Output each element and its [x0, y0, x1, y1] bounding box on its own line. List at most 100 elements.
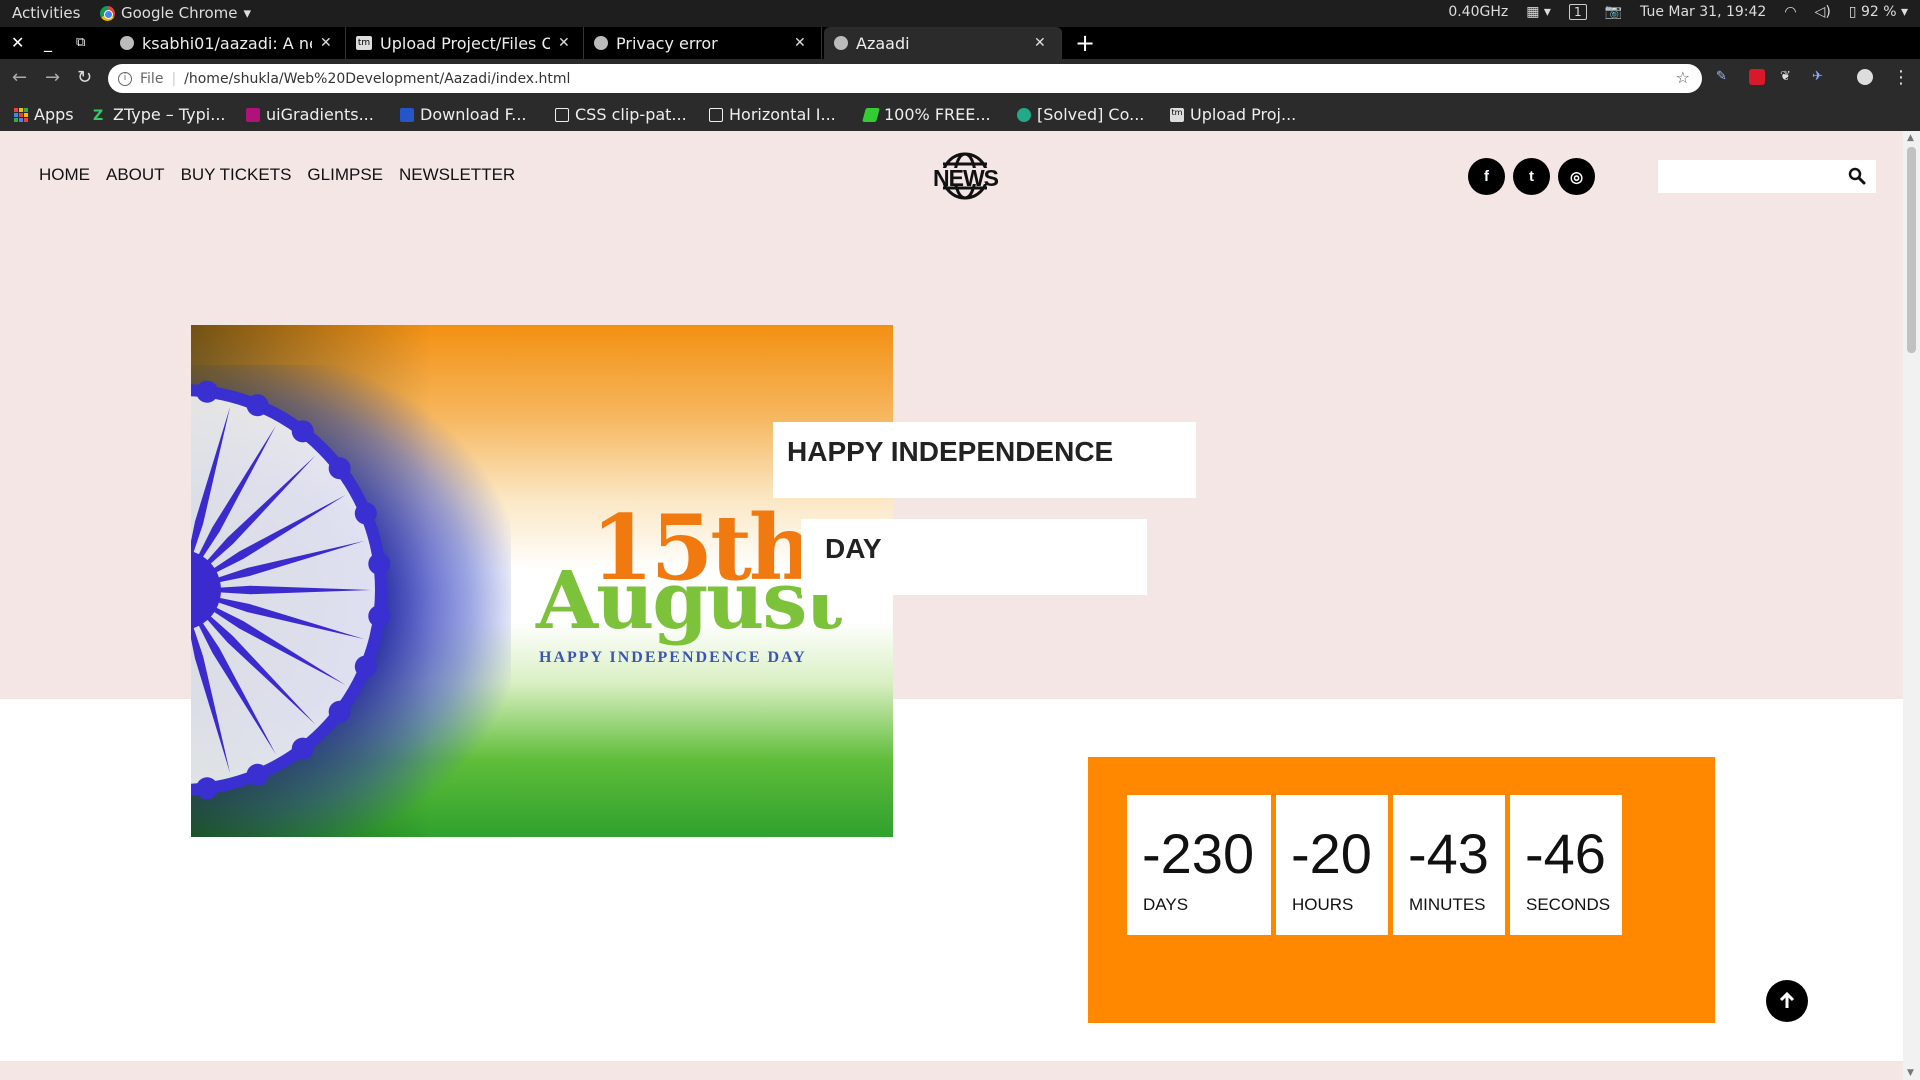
new-tab-button[interactable]: +	[1075, 29, 1095, 57]
countdown-seconds: -46 SECONDS	[1510, 795, 1622, 935]
page-scrollbar[interactable]: ▲ ▼	[1903, 131, 1920, 1080]
tab-upload-project[interactable]: tm Upload Project/Files O ✕	[346, 27, 584, 59]
scroll-up-icon[interactable]: ▲	[1907, 133, 1914, 143]
banner-caption: HAPPY INDEPENDENCE DAY	[539, 649, 807, 666]
volume-icon[interactable]: ◁)	[1815, 4, 1831, 20]
bookmark-label: uiGradients...	[266, 105, 374, 124]
logo-text: NEWS	[933, 165, 999, 191]
tab-title: Azaadi	[856, 33, 910, 53]
chrome-icon	[100, 5, 115, 21]
codepen-icon	[709, 107, 723, 122]
bookmark-apps[interactable]: Apps	[14, 105, 74, 124]
minimize-window-icon[interactable]: _	[44, 33, 52, 52]
bookmark-upload[interactable]: tm Upload Proj...	[1170, 105, 1296, 124]
system-tray: 0.40GHz ▦ ▾ 1 📷 Tue Mar 31, 19:42 ◠ ◁) ▯…	[1448, 4, 1908, 20]
bookmark-solved[interactable]: [Solved] Co...	[1017, 105, 1144, 124]
reload-icon[interactable]: ↻	[77, 67, 92, 88]
hours-label: HOURS	[1292, 895, 1354, 914]
banner-month: August	[536, 553, 842, 647]
url-text[interactable]: /home/shukla/Web%20Development/Aazadi/in…	[184, 71, 570, 87]
tm-icon: tm	[1170, 107, 1184, 122]
close-tab-icon[interactable]: ✕	[320, 35, 332, 51]
site-nav: HOME ABOUT BUY TICKETS GLIMPSE NEWSLETTE…	[39, 165, 515, 185]
extension-icon[interactable]: ❦	[1780, 69, 1796, 85]
tm-icon: tm	[356, 36, 372, 50]
scroll-down-icon[interactable]: ▼	[1907, 1068, 1914, 1078]
wifi-icon[interactable]: ◠	[1784, 4, 1796, 20]
camera-icon[interactable]: 📷	[1605, 4, 1622, 20]
activities-button[interactable]: Activities	[12, 4, 80, 22]
profile-avatar[interactable]	[1857, 69, 1873, 85]
download-icon	[400, 107, 414, 122]
pen-extension-icon[interactable]: ✎	[1716, 69, 1732, 85]
bookmark-label: ZType – Typi...	[113, 105, 226, 124]
bookmarks-bar: Apps Z ZType – Typi... uiGradients... Do…	[0, 99, 1920, 131]
bookmark-label: Download F...	[420, 105, 527, 124]
search-icon[interactable]	[1848, 167, 1866, 185]
headline-line-2: DAY	[801, 519, 1147, 595]
uigradients-icon	[246, 107, 260, 122]
forward-icon[interactable]: →	[45, 67, 60, 88]
twitter-icon[interactable]: t	[1513, 158, 1550, 195]
globe-icon	[594, 36, 608, 50]
app-menu[interactable]: Google Chrome ▾	[100, 4, 251, 22]
seconds-label: SECONDS	[1526, 895, 1611, 914]
github-icon	[120, 36, 134, 50]
nav-newsletter[interactable]: NEWSLETTER	[399, 165, 515, 185]
days-value: -230	[1142, 822, 1255, 885]
scroll-to-top-button[interactable]	[1766, 980, 1808, 1022]
restore-window-icon[interactable]: ⧉	[76, 35, 85, 50]
bookmark-label: Apps	[34, 105, 74, 124]
info-icon[interactable]: i	[118, 71, 132, 86]
nav-home[interactable]: HOME	[39, 165, 90, 185]
seconds-value: -46	[1525, 822, 1606, 885]
close-tab-icon[interactable]: ✕	[1034, 35, 1046, 51]
chevron-down-icon: ▾	[243, 4, 252, 22]
apps-grid-icon	[14, 107, 28, 122]
tab-github[interactable]: ksabhi01/aazadi: A new ✕	[110, 27, 346, 59]
workspace-indicator[interactable]: 1	[1568, 4, 1587, 20]
battery-indicator[interactable]: ▯ 92 % ▾	[1849, 4, 1908, 20]
nav-glimpse[interactable]: GLIMPSE	[307, 165, 383, 185]
nav-buy-tickets[interactable]: BUY TICKETS	[181, 165, 292, 185]
bookmark-label: 100% FREE...	[884, 105, 991, 124]
close-window-icon[interactable]: ✕	[11, 33, 24, 52]
toolbar: ← → ↻ i File | /home/shukla/Web%20Develo…	[0, 59, 1920, 99]
codepen-icon	[555, 107, 569, 122]
bookmark-css-clip[interactable]: CSS clip-pat...	[555, 105, 687, 124]
nav-about[interactable]: ABOUT	[106, 165, 165, 185]
close-tab-icon[interactable]: ✕	[558, 35, 570, 51]
ashoka-chakra-icon	[191, 380, 391, 800]
scrollbar-thumb[interactable]	[1907, 147, 1916, 353]
cpu-frequency: 0.40GHz	[1448, 4, 1509, 20]
bookmark-ztype[interactable]: Z ZType – Typi...	[93, 105, 226, 124]
bookmark-label: CSS clip-pat...	[575, 105, 687, 124]
back-icon[interactable]: ←	[12, 67, 27, 88]
news-logo[interactable]: NEWS	[930, 152, 1000, 200]
bookmark-label: Horizontal I...	[729, 105, 836, 124]
headline-line-1: HAPPY INDEPENDENCE	[773, 422, 1196, 498]
instagram-icon[interactable]: ◎	[1558, 158, 1595, 195]
menu-kebab-icon[interactable]: ⋮	[1892, 67, 1910, 88]
bookmark-star-icon[interactable]: ☆	[1676, 68, 1690, 87]
bookmark-label: Upload Proj...	[1190, 105, 1297, 124]
countdown-hours: -20 HOURS	[1276, 795, 1388, 935]
bookmark-horizontal[interactable]: Horizontal I...	[709, 105, 836, 124]
address-bar[interactable]: i File | /home/shukla/Web%20Development/…	[108, 64, 1702, 93]
bookmark-download[interactable]: Download F...	[400, 105, 527, 124]
plane-extension-icon[interactable]: ✈	[1812, 69, 1828, 85]
minutes-value: -43	[1408, 822, 1489, 885]
clock[interactable]: Tue Mar 31, 19:42	[1640, 4, 1766, 20]
tab-privacy-error[interactable]: Privacy error ✕	[584, 27, 822, 59]
countdown-minutes: -43 MINUTES	[1393, 795, 1505, 935]
search-input[interactable]	[1658, 160, 1838, 193]
facebook-icon[interactable]: f	[1468, 158, 1505, 195]
cpu-chip-icon[interactable]: ▦ ▾	[1526, 4, 1551, 20]
globe-icon	[834, 36, 848, 50]
bookmark-free[interactable]: 100% FREE...	[862, 105, 991, 124]
bookmark-uigradients[interactable]: uiGradients...	[246, 105, 374, 124]
tab-azaadi[interactable]: Azaadi ✕	[824, 27, 1062, 59]
close-tab-icon[interactable]: ✕	[794, 35, 806, 51]
red-extension-icon[interactable]	[1749, 69, 1765, 85]
web-page: HOME ABOUT BUY TICKETS GLIMPSE NEWSLETTE…	[0, 131, 1903, 1080]
